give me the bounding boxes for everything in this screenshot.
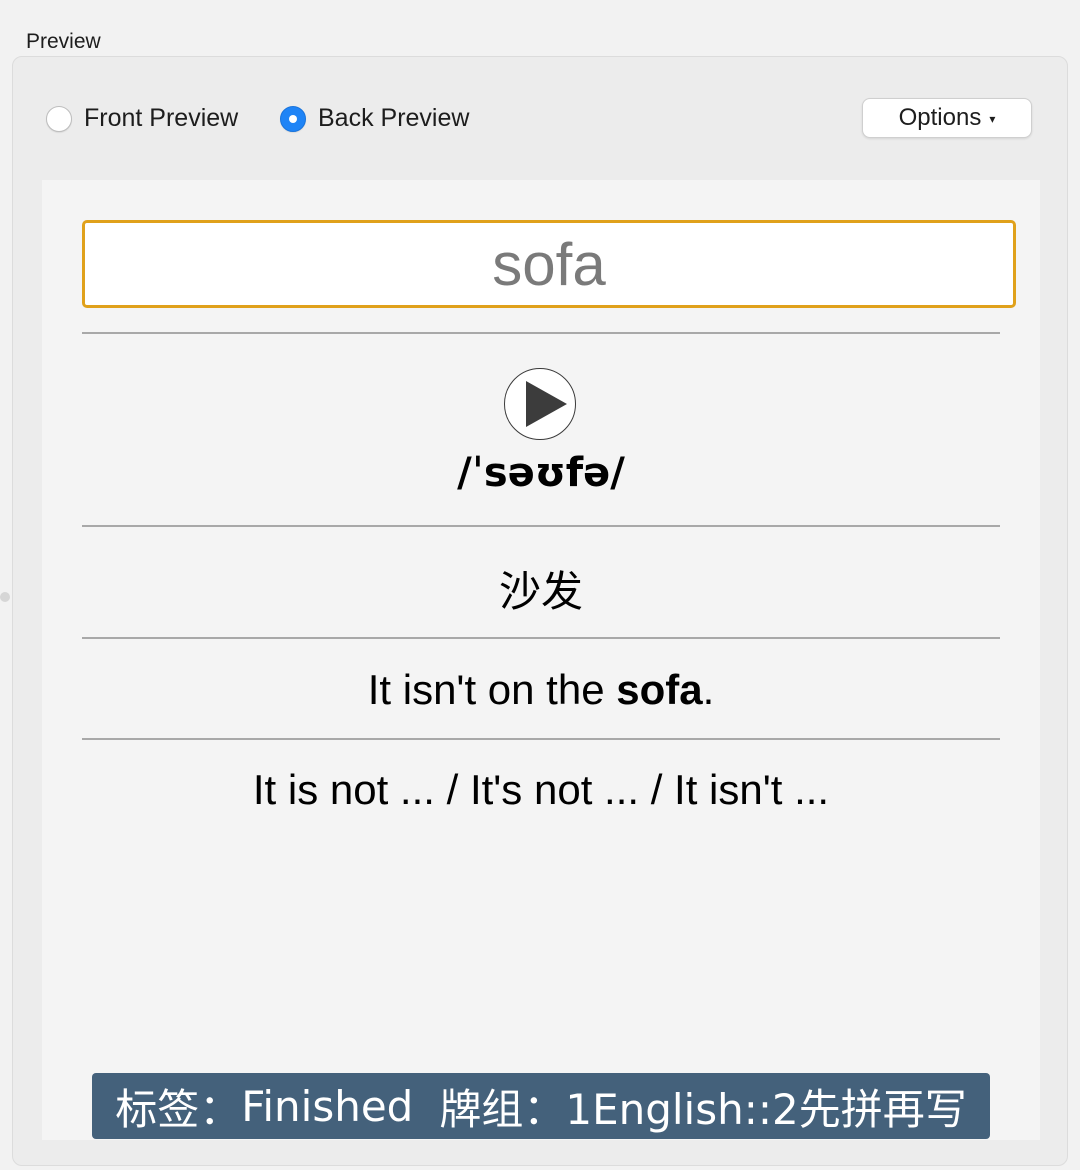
deck-value: 1English::2先拼再写 (565, 1084, 967, 1134)
card-preview: sofa /ˈsəʊfə/ 沙发 It isn't on the sofa. I… (42, 180, 1040, 1140)
back-preview-radio-button[interactable] (280, 105, 306, 132)
example-sentence-before: It isn't on the (367, 666, 617, 713)
chevron-down-icon: ▾ (989, 112, 996, 126)
word-text: sofa (492, 230, 606, 298)
resize-handle[interactable] (0, 592, 10, 602)
play-icon (526, 381, 567, 427)
tag-value: Finished (241, 1081, 414, 1131)
play-audio-button[interactable] (504, 368, 576, 440)
word-field: sofa (82, 220, 1016, 308)
back-preview-radio[interactable]: Back Preview (280, 104, 469, 133)
front-preview-radio[interactable]: Front Preview (46, 104, 238, 133)
tag-label: 标签： (115, 1084, 242, 1134)
meaning-text: 沙发 (498, 567, 583, 616)
deck-label: 牌组： (439, 1084, 566, 1134)
phonetic-text: /ˈsəʊfə/ (457, 450, 625, 496)
divider (82, 738, 1000, 740)
preview-section-label: Preview (26, 30, 101, 53)
front-preview-radio-button[interactable] (46, 105, 72, 132)
options-button-label: Options (898, 104, 982, 131)
front-preview-label[interactable]: Front Preview (84, 104, 238, 133)
example-sentence-after: . (702, 666, 715, 713)
sentence-pattern: It is not ... / It's not ... / It isn't … (252, 766, 830, 813)
back-preview-label[interactable]: Back Preview (318, 104, 469, 133)
divider (82, 332, 1000, 334)
example-sentence: It isn't on the sofa. (42, 666, 1040, 714)
tags-deck-bar: 标签： Finished 牌组： 1English::2先拼再写 (92, 1073, 990, 1139)
example-sentence-highlight: sofa (616, 666, 703, 713)
divider (82, 637, 1000, 639)
options-button[interactable]: Options ▾ (862, 98, 1032, 138)
divider (82, 525, 1000, 527)
